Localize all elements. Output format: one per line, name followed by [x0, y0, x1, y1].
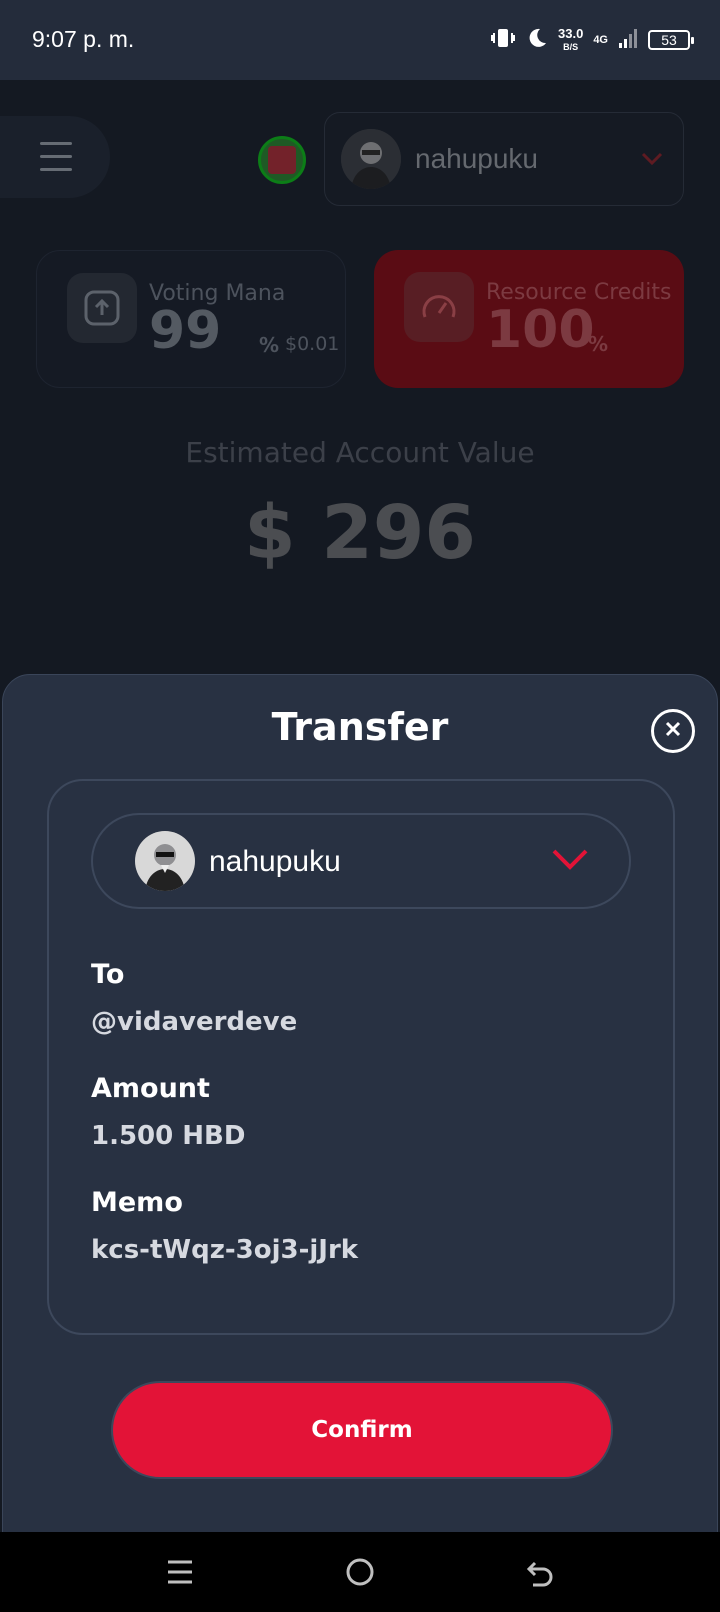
status-icons: 33.0 B/S 4G 53: [490, 24, 694, 56]
signal-icon: [618, 27, 638, 53]
account-dropdown[interactable]: nahupuku: [91, 813, 631, 909]
transfer-details-card: nahupuku To @vidaverdeve Amount 1.500 HB…: [47, 779, 675, 1335]
menu-icon-line: [40, 168, 72, 171]
amount-label: Amount: [91, 1073, 210, 1104]
network-type: 4G: [593, 33, 608, 46]
nav-home-icon[interactable]: [340, 1554, 380, 1590]
resource-credits-value: 100: [486, 300, 595, 360]
upload-icon: [67, 273, 137, 343]
account-name: nahupuku: [209, 845, 341, 878]
chevron-down-icon: [641, 147, 663, 171]
to-value: @vidaverdeve: [91, 1007, 298, 1037]
voting-mana-value: 99: [149, 301, 222, 361]
menu-button[interactable]: [0, 116, 110, 198]
nav-recents-icon[interactable]: [160, 1554, 200, 1590]
account-name: nahupuku: [415, 143, 539, 174]
avatar: [341, 129, 401, 189]
transfer-sheet: Transfer nahupuku To @vidaverdeve Amount…: [2, 674, 718, 1534]
resource-credits-card[interactable]: Resource Credits 100 %: [374, 250, 684, 388]
sheet-title: Transfer: [271, 705, 449, 749]
confirm-button[interactable]: Confirm: [111, 1381, 613, 1479]
close-button[interactable]: [651, 709, 695, 753]
amount-value: 1.500 HBD: [91, 1121, 246, 1151]
voting-mana-unit: %: [259, 333, 280, 357]
memo-value: kcs-tWqz-3oj3-jJrk: [91, 1235, 359, 1265]
app-logo: [258, 136, 306, 184]
nav-back-icon[interactable]: [520, 1554, 560, 1590]
status-time: 9:07 p. m.: [32, 26, 135, 52]
moon-icon: [526, 27, 548, 53]
estimated-value: $ 296: [244, 490, 476, 576]
navigation-bar: [0, 1532, 720, 1612]
avatar: [135, 831, 195, 891]
logo-inner: [268, 146, 296, 174]
close-icon: [664, 720, 682, 742]
gauge-icon: [404, 272, 474, 342]
net-speed: 33.0 B/S: [558, 25, 584, 52]
account-selector[interactable]: nahupuku: [324, 112, 684, 206]
menu-icon-line: [40, 155, 72, 158]
to-label: To: [91, 959, 125, 990]
resource-credits-unit: %: [588, 332, 609, 356]
chevron-down-icon: [551, 847, 589, 875]
voting-mana-usd: $0.01: [285, 333, 340, 355]
voting-mana-card[interactable]: Voting Mana 99 % $0.01: [36, 250, 346, 388]
vibrate-icon: [490, 27, 516, 53]
memo-label: Memo: [91, 1187, 183, 1218]
estimated-value-label: Estimated Account Value: [185, 436, 535, 469]
status-bar: 9:07 p. m. 33.0 B/S 4G 53: [0, 0, 720, 80]
battery-icon: 53: [648, 30, 694, 50]
menu-icon: [40, 142, 72, 145]
